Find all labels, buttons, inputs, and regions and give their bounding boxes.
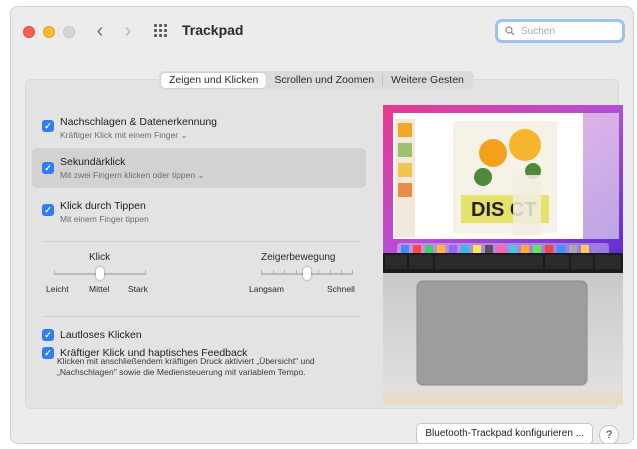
option-title: Klick durch Tippen	[60, 200, 146, 212]
search-icon	[505, 26, 515, 36]
option-nachschlagen[interactable]: ✓ Nachschlagen & Datenerkennung Kräftige…	[42, 114, 357, 142]
option-subtitle-dropdown[interactable]: Mit zwei Fingern klicken oder tippen ⌄	[60, 170, 205, 181]
checkbox-klick-durch-tippen[interactable]: ✓	[42, 204, 54, 216]
close-window-button[interactable]	[23, 26, 35, 38]
slider-tick	[273, 270, 274, 275]
option-lautloses-klicken[interactable]: ✓ Lautloses Klicken	[42, 328, 357, 344]
slider-tick	[261, 270, 262, 275]
slider-tick	[284, 270, 285, 275]
click-slider-label: Klick	[89, 252, 111, 263]
minimize-window-button[interactable]	[43, 26, 55, 38]
slider-tick	[296, 270, 297, 275]
slider-tick	[54, 270, 55, 275]
window-title: Trackpad	[182, 22, 244, 38]
click-slider-knob[interactable]	[96, 267, 104, 280]
checkbox-sekundaerklick[interactable]: ✓	[42, 162, 54, 174]
feedback-description: Klicken mit anschließendem kräftigen Dru…	[57, 356, 315, 377]
checkbox-kraeftiger-klick[interactable]: ✓	[42, 347, 54, 359]
click-min-label: Leicht	[46, 284, 69, 294]
table-surface	[383, 391, 623, 405]
pointer-slider-label: Zeigerbewegung	[261, 252, 336, 263]
configure-bluetooth-trackpad-button[interactable]: Bluetooth-Trackpad konfigurieren ...	[416, 423, 593, 443]
click-mid-label: Mittel	[89, 284, 110, 294]
zoom-window-button[interactable]	[63, 26, 75, 38]
option-subtitle: Mit einem Finger tippen	[60, 214, 149, 224]
trackpad-surface	[416, 280, 588, 386]
help-button[interactable]: ?	[599, 425, 619, 443]
pointer-slider-knob[interactable]	[303, 267, 311, 280]
titlebar: ‹ › Trackpad	[11, 7, 633, 55]
preferences-window: ‹ › Trackpad Zeigen und Klicken Scrollen…	[10, 6, 634, 444]
checkbox-lautloses-klicken[interactable]: ✓	[42, 329, 54, 341]
checkbox-nachschlagen[interactable]: ✓	[42, 120, 54, 132]
option-title: Nachschlagen & Datenerkennung	[60, 116, 218, 128]
search-input[interactable]	[519, 24, 613, 38]
tab-zeigen-und-klicken[interactable]: Zeigen und Klicken	[161, 73, 267, 88]
search-field[interactable]	[495, 19, 625, 43]
section-divider	[42, 316, 360, 317]
tab-scrollen-und-zoomen[interactable]: Scrollen und Zoomen	[266, 73, 382, 88]
slider-tick	[318, 270, 319, 275]
tab-weitere-gesten[interactable]: Weitere Gesten	[383, 73, 472, 88]
option-subtitle-dropdown[interactable]: Kräftiger Klick mit einem Finger ⌄	[60, 130, 217, 141]
section-divider	[42, 241, 360, 242]
gesture-preview-video: DIS CT	[383, 105, 623, 405]
option-title: Sekundärklick	[60, 156, 126, 168]
back-icon[interactable]: ‹	[89, 19, 111, 43]
pointer-max-label: Schnell	[327, 284, 355, 294]
slider-tick	[145, 270, 146, 275]
slider-tick	[330, 270, 331, 275]
forward-icon[interactable]: ›	[117, 19, 139, 43]
slider-tick	[341, 270, 342, 275]
option-sekundaerklick[interactable]: ✓ Sekundärklick Mit zwei Fingern klicken…	[32, 148, 366, 188]
option-title: Lautloses Klicken	[60, 329, 142, 341]
slider-tick	[352, 270, 353, 275]
tab-bar: Zeigen und Klicken Scrollen und Zoomen W…	[159, 71, 474, 90]
click-max-label: Stark	[128, 284, 148, 294]
option-klick-durch-tippen[interactable]: ✓ Klick durch Tippen Mit einem Finger ti…	[42, 198, 357, 226]
pointer-min-label: Langsam	[249, 284, 284, 294]
format-panel	[513, 175, 541, 235]
show-all-grid-icon[interactable]	[154, 24, 168, 38]
